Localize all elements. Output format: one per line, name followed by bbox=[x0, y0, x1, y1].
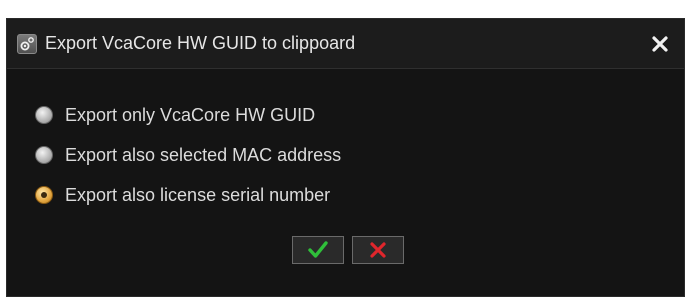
option-export-mac-address[interactable]: Export also selected MAC address bbox=[35, 135, 341, 175]
radio-button[interactable] bbox=[35, 106, 53, 124]
close-icon[interactable] bbox=[650, 34, 670, 54]
option-export-license-serial[interactable]: Export also license serial number bbox=[35, 175, 341, 215]
option-label: Export also license serial number bbox=[65, 184, 331, 205]
radio-button-selected[interactable] bbox=[35, 186, 53, 204]
export-dialog: Export VcaCore HW GUID to clippoard Expo… bbox=[6, 18, 685, 297]
radio-button[interactable] bbox=[35, 146, 53, 164]
option-export-only-guid[interactable]: Export only VcaCore HW GUID bbox=[35, 95, 341, 135]
settings-icon bbox=[17, 34, 37, 54]
dialog-title: Export VcaCore HW GUID to clippoard bbox=[45, 33, 356, 53]
option-label: Export also selected MAC address bbox=[65, 144, 342, 165]
checkmark-icon bbox=[308, 241, 328, 258]
option-label: Export only VcaCore HW GUID bbox=[65, 104, 316, 125]
cancel-button[interactable] bbox=[352, 236, 404, 264]
dialog-buttons bbox=[292, 236, 404, 264]
ok-button[interactable] bbox=[292, 236, 344, 264]
x-icon bbox=[370, 242, 386, 258]
dialog-titlebar: Export VcaCore HW GUID to clippoard bbox=[7, 19, 684, 69]
export-options: Export only VcaCore HW GUID Export also … bbox=[35, 95, 341, 215]
